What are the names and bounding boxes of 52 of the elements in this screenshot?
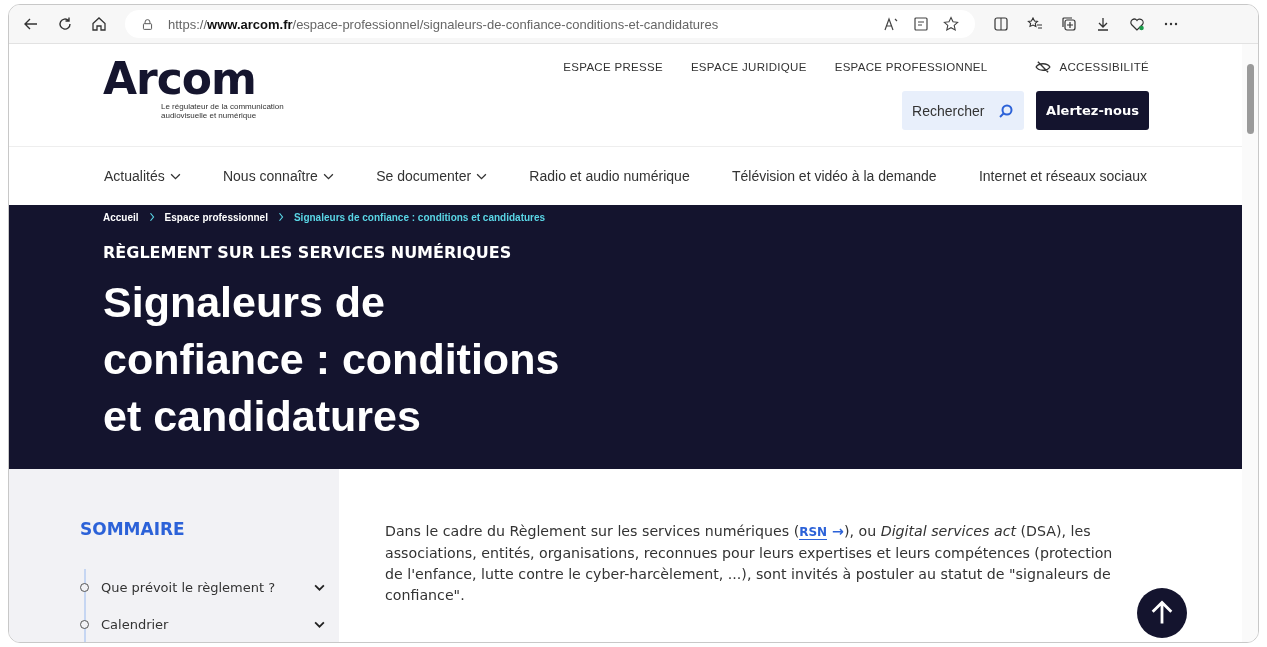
top-link[interactable]: ESPACE JURIDIQUE xyxy=(690,61,807,73)
back-icon[interactable] xyxy=(23,16,39,32)
alert-button[interactable]: Alertez-nous xyxy=(1036,91,1149,130)
logo-tagline: Le régulateur de la communication audiovisuelle et numérique xyxy=(161,102,285,120)
collections-icon[interactable] xyxy=(1061,16,1077,32)
section-label: RÈGLEMENT SUR LES SERVICES NUMÉRIQUES xyxy=(103,243,513,262)
circle-bullet-icon xyxy=(80,620,89,629)
sommaire-heading: SOMMAIRE xyxy=(80,519,186,539)
top-link[interactable]: ESPACE PROFESSIONNEL xyxy=(834,61,988,73)
nav-item[interactable]: Nous connaître xyxy=(222,168,334,184)
chevron-down-icon xyxy=(169,172,181,180)
breadcrumb-link[interactable]: Espace professionnel xyxy=(164,211,268,223)
download-icon[interactable] xyxy=(1095,16,1111,32)
search-field[interactable]: Rechercher xyxy=(902,91,1025,130)
home-icon[interactable] xyxy=(91,16,107,32)
logo[interactable]: Arcom xyxy=(103,56,301,102)
intro-paragraph: Dans le cadre du Règlement sur les services numériques (RSN →), ou Digital services act (DSA), les associations, entités, organisations, reconnues pour leurs expertises et leurs compétences (protection de l'enfance, lutte contre le cyber-harcèlement, ...), sont invités à postuler au statut de "signaleurs de confiance". xyxy=(385,522,1114,605)
nav-item[interactable]: Radio et audio numérique xyxy=(529,168,690,184)
refresh-icon[interactable] xyxy=(57,16,73,32)
chevron-down-icon xyxy=(322,172,334,180)
split-screen-icon[interactable] xyxy=(993,16,1009,32)
breadcrumb-link[interactable]: Signaleurs de confiance : conditions et candidatures xyxy=(293,211,546,223)
page-title: et candidatures xyxy=(103,391,421,442)
chevron-right-icon xyxy=(277,212,284,222)
breadcrumb-link[interactable]: Accueil xyxy=(103,211,139,223)
address-bar[interactable]: https://www.arcom.fr/espace-professionnel/signaleurs-de-confiance-conditions-et-candidatures xyxy=(125,10,975,38)
nav-item[interactable]: Se documenter xyxy=(376,168,488,184)
url-text: https://www.arcom.fr/espace-professionnel/signaleurs-de-confiance-conditions-et-candidatures xyxy=(168,16,719,32)
reader-view-icon[interactable] xyxy=(913,16,929,32)
lock-icon xyxy=(141,17,154,31)
chevron-right-icon xyxy=(148,212,155,222)
chevron-down-icon xyxy=(314,621,325,628)
page-title: confiance : conditions xyxy=(103,334,560,385)
top-link[interactable]: ESPACE PRESSE xyxy=(563,61,663,73)
toc-item[interactable]: Calendrier xyxy=(80,606,325,642)
page-title: Signaleurs de xyxy=(103,277,385,328)
chevron-down-icon xyxy=(314,584,325,591)
scrollbar-thumb[interactable] xyxy=(1246,64,1254,134)
nav-item[interactable]: Internet et réseaux sociaux xyxy=(978,168,1147,184)
nav-item[interactable]: Actualités xyxy=(104,168,181,184)
scroll-to-top-button[interactable] xyxy=(1137,588,1187,638)
accessibility-link[interactable]: ACCESSIBILITÉ xyxy=(1035,61,1149,73)
eye-slash-icon xyxy=(1035,61,1052,73)
rsn-link[interactable]: RSN → xyxy=(799,523,844,539)
toc-item[interactable]: Que prévoit le règlement ? xyxy=(80,569,325,606)
read-aloud-icon[interactable] xyxy=(883,16,899,32)
star-icon[interactable] xyxy=(943,16,959,32)
favorites-icon[interactable] xyxy=(1027,16,1043,32)
circle-bullet-icon xyxy=(80,583,89,592)
nav-item[interactable]: Télévision et vidéo à la demande xyxy=(731,168,937,184)
search-icon[interactable] xyxy=(998,103,1015,119)
chevron-down-icon xyxy=(476,172,488,180)
